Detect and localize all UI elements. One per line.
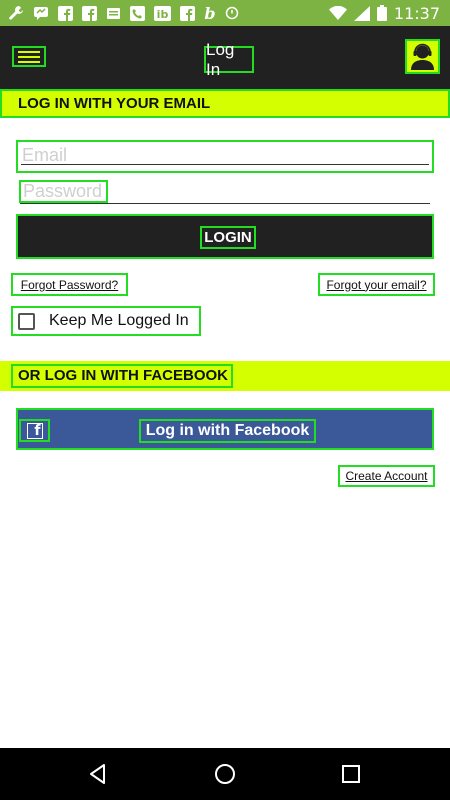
news-icon [107,7,120,19]
phone-icon [130,5,145,21]
password-underline [20,203,430,204]
keep-logged-in-label: Keep Me Logged In [49,312,189,329]
password-field[interactable] [19,180,108,203]
recents-icon[interactable] [337,760,365,788]
status-bar: ib b 11:37 [0,0,450,26]
email-input[interactable] [22,144,430,166]
b-icon: b [204,5,215,21]
password-input[interactable] [23,182,106,201]
login-button[interactable]: LOGIN [16,214,434,259]
home-icon[interactable] [211,760,239,788]
hamburger-menu-icon[interactable] [12,46,46,67]
app-bar: Log In [0,26,450,89]
email-section-heading: LOG IN WITH YOUR EMAIL [0,89,450,118]
back-icon[interactable] [84,760,112,788]
facebook-section-heading: OR LOG IN WITH FACEBOOK [0,361,450,391]
status-time: 11:37 [393,3,440,23]
facebook-icon: f [19,419,50,442]
wifi-icon [328,6,347,20]
fb-app-icon [58,5,73,21]
login-button-label: LOGIN [200,226,256,249]
user-avatar-icon[interactable] [405,39,440,74]
checkbox-icon[interactable] [18,312,35,330]
keep-logged-in-checkbox[interactable]: Keep Me Logged In [11,306,201,336]
facebook-login-label: Log in with Facebook [139,419,316,443]
email-field[interactable] [16,140,434,173]
ib-icon: ib [154,5,171,21]
wrench-icon [9,6,23,20]
navigation-bar [0,748,450,800]
email-section-title: LOG IN WITH YOUR EMAIL [18,95,211,112]
notification-icons: ib b [8,5,239,21]
fb-app-icon [82,5,97,21]
messenger-icon [34,7,48,20]
signal-icon [353,5,370,21]
svg-text:b: b [204,5,215,21]
forgot-email-link[interactable]: Forgot your email? [318,273,435,296]
fb-app-icon [180,5,195,21]
page-title: Log In [204,40,254,79]
system-icons: 11:37 [328,3,440,23]
facebook-section-title: OR LOG IN WITH FACEBOOK [11,364,233,388]
create-account-link[interactable]: Create Account [338,465,435,487]
facebook-login-button[interactable]: f Log in with Facebook [16,408,434,450]
battery-icon [376,5,387,21]
timer-icon [225,6,239,20]
svg-text:ib: ib [157,8,169,21]
email-underline [21,164,429,165]
forgot-password-link[interactable]: Forgot Password? [11,273,128,296]
